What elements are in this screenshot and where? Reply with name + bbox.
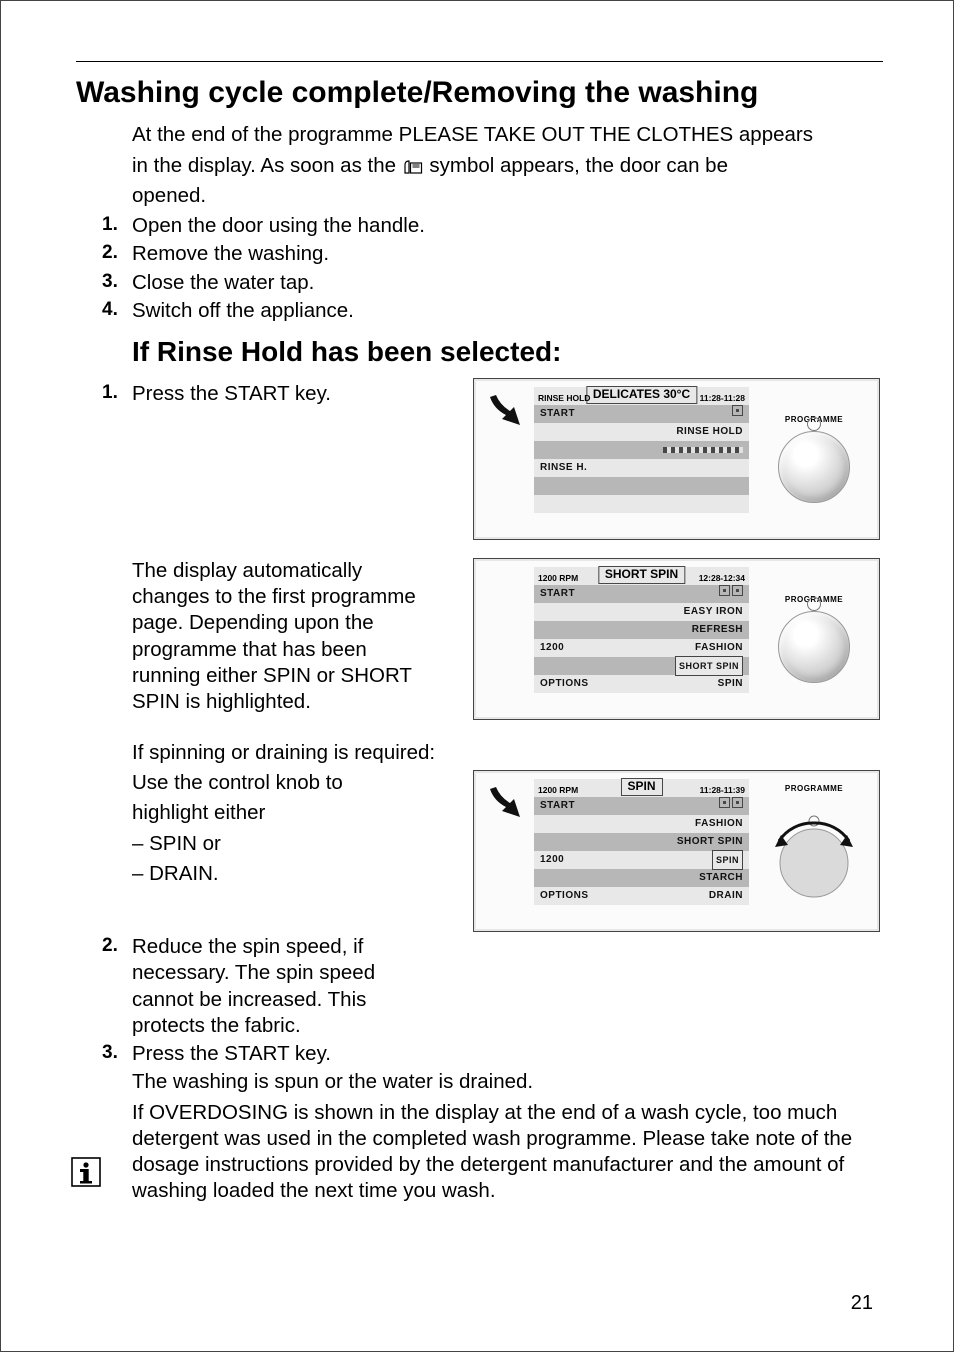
door-mini-icon bbox=[732, 405, 743, 416]
intro-1: At the end of the programme PLEASE TAKE … bbox=[132, 123, 813, 146]
progress-bar bbox=[663, 447, 743, 453]
lcd3-r2r: FASHION bbox=[695, 815, 743, 833]
spin-required-line: If spinning or draining is required: bbox=[132, 740, 883, 766]
knob-col-1: PROGRAMME bbox=[749, 379, 879, 539]
knob-rotate-icon bbox=[755, 801, 873, 918]
spun-drained-line: The washing is spun or the water is drai… bbox=[132, 1069, 883, 1095]
programme-label-3: PROGRAMME bbox=[785, 784, 843, 794]
lcd3-r3r: SHORT SPIN bbox=[677, 833, 743, 851]
intro-2a: in the display. As soon as the bbox=[132, 154, 402, 177]
row-autochange: The display automatically changes to the… bbox=[76, 558, 883, 720]
overdosing-note: If OVERDOSING is shown in the display at… bbox=[132, 1100, 883, 1205]
lcd2-r4r: FASHION bbox=[695, 639, 743, 657]
mini-icon-2b bbox=[732, 585, 743, 596]
lcd1-title: DELICATES 30°C bbox=[586, 386, 697, 404]
lcd1-r2r: RINSE HOLD bbox=[676, 423, 743, 441]
rinse-step-2: Reduce the spin speed, if necessary. The… bbox=[114, 934, 434, 1039]
lcd2-sl: 1200 RPM bbox=[538, 573, 578, 584]
lcd3-r6r: DRAIN bbox=[709, 887, 743, 905]
intro-2b: symbol appears, the door can be bbox=[429, 154, 728, 177]
page-number: 21 bbox=[851, 1291, 873, 1317]
knob-col-3: PROGRAMME bbox=[749, 771, 879, 931]
lcd2-r6l: OPTIONS bbox=[540, 675, 589, 693]
lcd1-sl: RINSE HOLD bbox=[538, 393, 590, 404]
mini-icon-3b bbox=[732, 797, 743, 808]
top-rule bbox=[76, 61, 883, 62]
mini-icon-3a bbox=[719, 797, 730, 808]
lcd3-r4l: 1200 bbox=[540, 851, 564, 869]
lcd-2: SHORT SPIN 1200 RPM 12:28-12:34 START EA… bbox=[534, 567, 749, 711]
lcd2-r3r: REFRESH bbox=[692, 621, 743, 639]
manual-page: Washing cycle complete/Removing the wash… bbox=[0, 0, 954, 1352]
lcd-1: DELICATES 30°C RINSE HOLD 11:28-11:28 ST… bbox=[534, 387, 749, 531]
page-title: Washing cycle complete/Removing the wash… bbox=[76, 74, 883, 112]
initial-steps: Open the door using the handle. Remove t… bbox=[114, 213, 883, 324]
start-arrow-icon-3 bbox=[474, 771, 534, 931]
lcd2-r6r: SPIN bbox=[718, 675, 743, 693]
rinse-step1-list: Press the START key. bbox=[114, 381, 414, 409]
step-4: Switch off the appliance. bbox=[114, 298, 883, 324]
rinse-step-1: Press the START key. bbox=[114, 381, 414, 407]
lcd3-r4r: SPIN bbox=[712, 850, 743, 870]
lcd-3: SPIN 1200 RPM 11:28-11:39 START FASHION … bbox=[534, 779, 749, 923]
row-step1: Press the START key. DELICATES 30°C RINS… bbox=[76, 378, 883, 540]
lcd1-r4l: RINSE H. bbox=[540, 459, 587, 477]
use-knob-text: Use the control knob to highlight either… bbox=[132, 770, 432, 891]
knob-1 bbox=[778, 431, 850, 503]
lcd2-sr: 12:28-12:34 bbox=[699, 573, 745, 584]
lcd3-sr: 11:28-11:39 bbox=[700, 785, 745, 796]
panel-delicates: DELICATES 30°C RINSE HOLD 11:28-11:28 ST… bbox=[473, 378, 880, 540]
lcd2-r2r: EASY IRON bbox=[684, 603, 743, 621]
panel-3-wrap: SPIN 1200 RPM 11:28-11:39 START FASHION … bbox=[473, 770, 883, 932]
rinse-hold-heading: If Rinse Hold has been selected: bbox=[132, 334, 883, 370]
step-3: Close the water tap. bbox=[114, 270, 883, 296]
panel-spin: SPIN 1200 RPM 11:28-11:39 START FASHION … bbox=[473, 770, 880, 932]
mini-icon-2a bbox=[719, 585, 730, 596]
knob-col-2: PROGRAMME bbox=[749, 559, 879, 719]
intro-paragraph: At the end of the programme PLEASE TAKE … bbox=[132, 122, 883, 209]
lcd1-sr: 11:28-11:28 bbox=[700, 393, 745, 404]
panel-1-wrap: DELICATES 30°C RINSE HOLD 11:28-11:28 ST… bbox=[473, 378, 883, 540]
lcd3-r1l: START bbox=[540, 797, 575, 815]
door-open-icon bbox=[402, 155, 424, 170]
knob-2 bbox=[778, 611, 850, 683]
start-arrow-icon bbox=[474, 379, 534, 539]
intro-3: opened. bbox=[132, 184, 206, 207]
lcd2-r1l: START bbox=[540, 585, 575, 603]
lcd2-title: SHORT SPIN bbox=[598, 566, 685, 584]
autochange-text: The display automatically changes to the… bbox=[132, 558, 432, 719]
step-1: Open the door using the handle. bbox=[114, 213, 883, 239]
lcd2-r4l: 1200 bbox=[540, 639, 564, 657]
lcd3-sl: 1200 RPM bbox=[538, 785, 578, 796]
row-spin: Use the control knob to highlight either… bbox=[76, 770, 883, 932]
panel2-left bbox=[474, 559, 534, 719]
info-icon bbox=[71, 1157, 101, 1187]
knob-marker-icon bbox=[807, 417, 821, 431]
step-2: Remove the washing. bbox=[114, 241, 883, 267]
lcd2-r5r: SHORT SPIN bbox=[675, 656, 743, 676]
rinse-step-3: Press the START key. bbox=[114, 1041, 434, 1067]
lcd1-r1l: START bbox=[540, 405, 575, 423]
lcd3-r5r: STARCH bbox=[699, 869, 743, 887]
knob-marker-icon-2 bbox=[807, 597, 821, 611]
lcd3-r6l: OPTIONS bbox=[540, 887, 589, 905]
panel-2-wrap: SHORT SPIN 1200 RPM 12:28-12:34 START EA… bbox=[473, 558, 883, 720]
panel-shortspin: SHORT SPIN 1200 RPM 12:28-12:34 START EA… bbox=[473, 558, 880, 720]
lcd3-title: SPIN bbox=[620, 778, 662, 796]
rinse-steps-23: Reduce the spin speed, if necessary. The… bbox=[114, 934, 434, 1067]
